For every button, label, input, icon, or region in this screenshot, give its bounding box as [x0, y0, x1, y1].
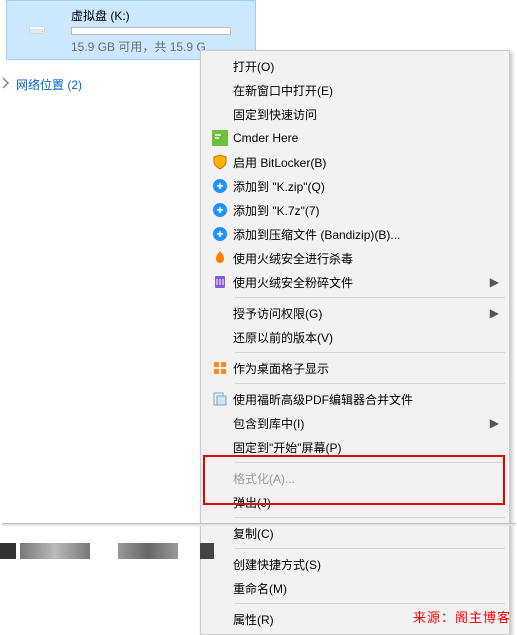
bandizip-icon: [207, 178, 233, 194]
menu-separator: [235, 603, 505, 604]
tree-section-network[interactable]: 网络位置 (2): [0, 76, 82, 93]
menu-open-new-window[interactable]: 在新窗口中打开(E): [203, 78, 507, 102]
menu-separator: [235, 517, 505, 518]
menu-pin-quick-access[interactable]: 固定到快速访问: [203, 102, 507, 126]
submenu-arrow-icon: ▶: [490, 416, 499, 430]
cmder-icon: [207, 130, 233, 146]
menu-add-bandizip[interactable]: 添加到压缩文件 (Bandizip)(B)...: [203, 222, 507, 246]
menu-separator: [235, 297, 505, 298]
chevron-right-icon: [0, 77, 12, 92]
menu-huorong-shred[interactable]: 使用火绒安全粉碎文件▶: [203, 270, 507, 294]
watermark-text: 来源：阁主博客: [413, 607, 511, 626]
menu-format: 格式化(A)...: [203, 466, 507, 490]
drive-meta: 虚拟盘 (K:) 15.9 GB 可用，共 15.9 G: [71, 5, 249, 55]
submenu-arrow-icon: ▶: [490, 275, 499, 289]
drive-usage-bar: [71, 27, 231, 35]
menu-cmder-here[interactable]: Cmder Here: [203, 126, 507, 150]
menu-separator: [235, 352, 505, 353]
menu-huorong-scan[interactable]: 使用火绒安全进行杀毒: [203, 246, 507, 270]
drive-name: 虚拟盘 (K:): [71, 7, 249, 24]
menu-add-k7z[interactable]: 添加到 "K.7z"(7): [203, 198, 507, 222]
menu-grant-access[interactable]: 授予访问权限(G)▶: [203, 301, 507, 325]
menu-restore-previous[interactable]: 还原以前的版本(V): [203, 325, 507, 349]
tree-label: 网络位置 (2): [16, 76, 82, 93]
shred-icon: [207, 274, 233, 290]
menu-pin-start[interactable]: 固定到"开始"屏幕(P): [203, 435, 507, 459]
menu-separator: [235, 462, 505, 463]
drive-icon: [13, 5, 61, 55]
menu-add-kzip[interactable]: 添加到 "K.zip"(Q): [203, 174, 507, 198]
menu-rename[interactable]: 重命名(M): [203, 576, 507, 600]
foxit-icon: [207, 391, 233, 407]
shield-icon: [207, 154, 233, 170]
background-content-row: [0, 540, 517, 562]
menu-foxit-merge[interactable]: 使用福昕高级PDF编辑器合并文件: [203, 387, 507, 411]
menu-separator: [235, 383, 505, 384]
menu-open[interactable]: 打开(O): [203, 54, 507, 78]
menu-include-library[interactable]: 包含到库中(I)▶: [203, 411, 507, 435]
menu-desktop-grid[interactable]: 作为桌面格子显示: [203, 356, 507, 380]
submenu-arrow-icon: ▶: [490, 306, 499, 320]
menu-bitlocker[interactable]: 启用 BitLocker(B): [203, 150, 507, 174]
menu-eject[interactable]: 弹出(J): [203, 490, 507, 514]
status-bar-border: [2, 523, 515, 526]
bandizip-icon: [207, 226, 233, 242]
bandizip-icon: [207, 202, 233, 218]
huorong-icon: [207, 250, 233, 266]
grid-icon: [207, 360, 233, 376]
